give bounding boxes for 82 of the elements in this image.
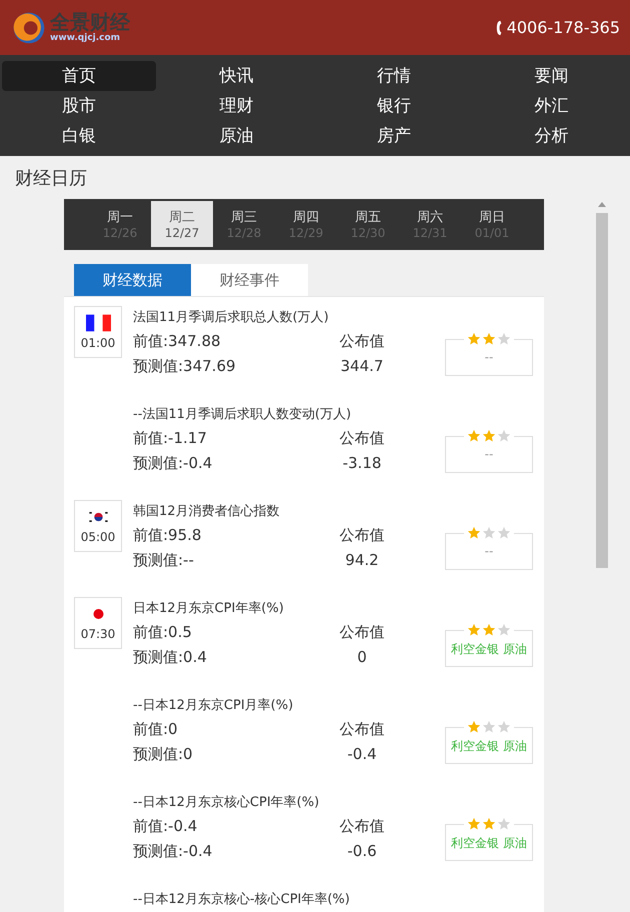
logo-text: 全景财经 [50, 12, 130, 32]
time-badge: 07:30 [74, 597, 122, 649]
star-icon [497, 429, 511, 443]
time-badge: 01:00 [74, 306, 122, 358]
star-icon [482, 720, 496, 734]
actual-label: 公布值 [340, 429, 384, 448]
category-tab[interactable]: 财经事件 [191, 264, 308, 296]
previous-value: 前值:-1.17 [133, 429, 208, 448]
flag-icon [86, 314, 110, 332]
actual-label: 公布值 [340, 623, 384, 642]
event-title: 日本12月东京CPI年率(%) [133, 600, 285, 617]
event-title: --法国11月季调后求职人数变动(万人) [133, 406, 352, 423]
event-title: --日本12月东京核心-核心CPI年率(%) [133, 891, 351, 908]
nav-item[interactable]: 快讯 [160, 61, 313, 91]
logo-icon [12, 10, 46, 44]
scrollbar-thumb[interactable] [596, 213, 608, 568]
logo-url: www.qjcj.com [50, 34, 122, 43]
star-icon [467, 817, 481, 831]
impact-text: 利空金银 原油 [451, 835, 527, 852]
forecast-value: 预测值:-0.4 [133, 842, 214, 861]
star-icon [482, 332, 496, 346]
actual-value: 344.7 [340, 357, 384, 375]
actual-label: 公布值 [340, 332, 384, 351]
previous-value: 前值:-0.4 [133, 817, 198, 836]
forecast-value: 预测值:0.4 [133, 648, 208, 667]
star-icon [482, 429, 496, 443]
star-icon [482, 526, 496, 540]
nav-item[interactable]: 行情 [317, 61, 470, 91]
nav-item[interactable]: 房产 [317, 121, 470, 151]
nav-item[interactable]: 银行 [317, 91, 470, 121]
star-icon [467, 332, 481, 346]
nav-item[interactable]: 分析 [474, 121, 628, 151]
nav-item[interactable]: 要闻 [474, 61, 628, 91]
forecast-value: 预测值:347.69 [133, 357, 237, 376]
event-title: 韩国12月消费者信心指数 [133, 503, 281, 520]
actual-label: 公布值 [340, 526, 384, 545]
nav-item[interactable]: 原油 [160, 121, 313, 151]
previous-value: 前值:95.8 [133, 526, 202, 545]
category-tab[interactable]: 财经数据 [74, 264, 191, 296]
actual-value: 0 [357, 648, 367, 666]
star-icon [467, 720, 481, 734]
previous-value: 前值:0.5 [133, 623, 193, 642]
previous-value: 前值:0 [133, 720, 179, 739]
actual-label: 公布值 [340, 720, 384, 739]
star-icon [497, 332, 511, 346]
nav-item[interactable]: 白银 [2, 121, 156, 151]
impact-text: -- [484, 544, 494, 558]
phone-number: 4006-178-365 [506, 18, 620, 37]
forecast-value: 预测值:0 [133, 745, 194, 764]
nav-item[interactable]: 股市 [2, 91, 156, 121]
event-title: 法国11月季调后求职总人数(万人) [133, 309, 330, 326]
day-tab[interactable]: 周二 12/27 [151, 201, 213, 247]
event-title: --日本12月东京核心CPI年率(%) [133, 794, 320, 811]
event-title: --日本12月东京CPI月率(%) [133, 697, 294, 714]
phone-icon [494, 20, 504, 36]
star-icon [467, 429, 481, 443]
previous-value: 前值:347.88 [133, 332, 222, 351]
impact-text: -- [484, 350, 494, 364]
actual-value: 94.2 [345, 551, 379, 569]
impact-text: 利空金银 原油 [451, 641, 527, 658]
nav-item[interactable]: 外汇 [474, 91, 628, 121]
forecast-value: 预测值:-- [133, 551, 195, 570]
impact-text: -- [484, 447, 494, 461]
section-title: 财经日历 [14, 167, 88, 191]
nav-item[interactable]: 理财 [160, 91, 313, 121]
time-badge: 05:00 [74, 500, 122, 552]
nav-item[interactable]: 首页 [2, 61, 156, 91]
star-icon [497, 623, 511, 637]
star-icon [482, 623, 496, 637]
scroll-up-icon[interactable] [598, 202, 606, 207]
star-icon [497, 720, 511, 734]
star-icon [467, 623, 481, 637]
star-icon [467, 526, 481, 540]
forecast-value: 预测值:-0.4 [133, 454, 214, 473]
star-icon [482, 817, 496, 831]
actual-value: -0.6 [347, 842, 377, 860]
star-icon [497, 526, 511, 540]
impact-text: 利空金银 原油 [451, 738, 527, 755]
actual-label: 公布值 [340, 817, 384, 836]
star-icon [497, 817, 511, 831]
actual-value: -3.18 [342, 454, 382, 472]
actual-value: -0.4 [347, 745, 377, 763]
